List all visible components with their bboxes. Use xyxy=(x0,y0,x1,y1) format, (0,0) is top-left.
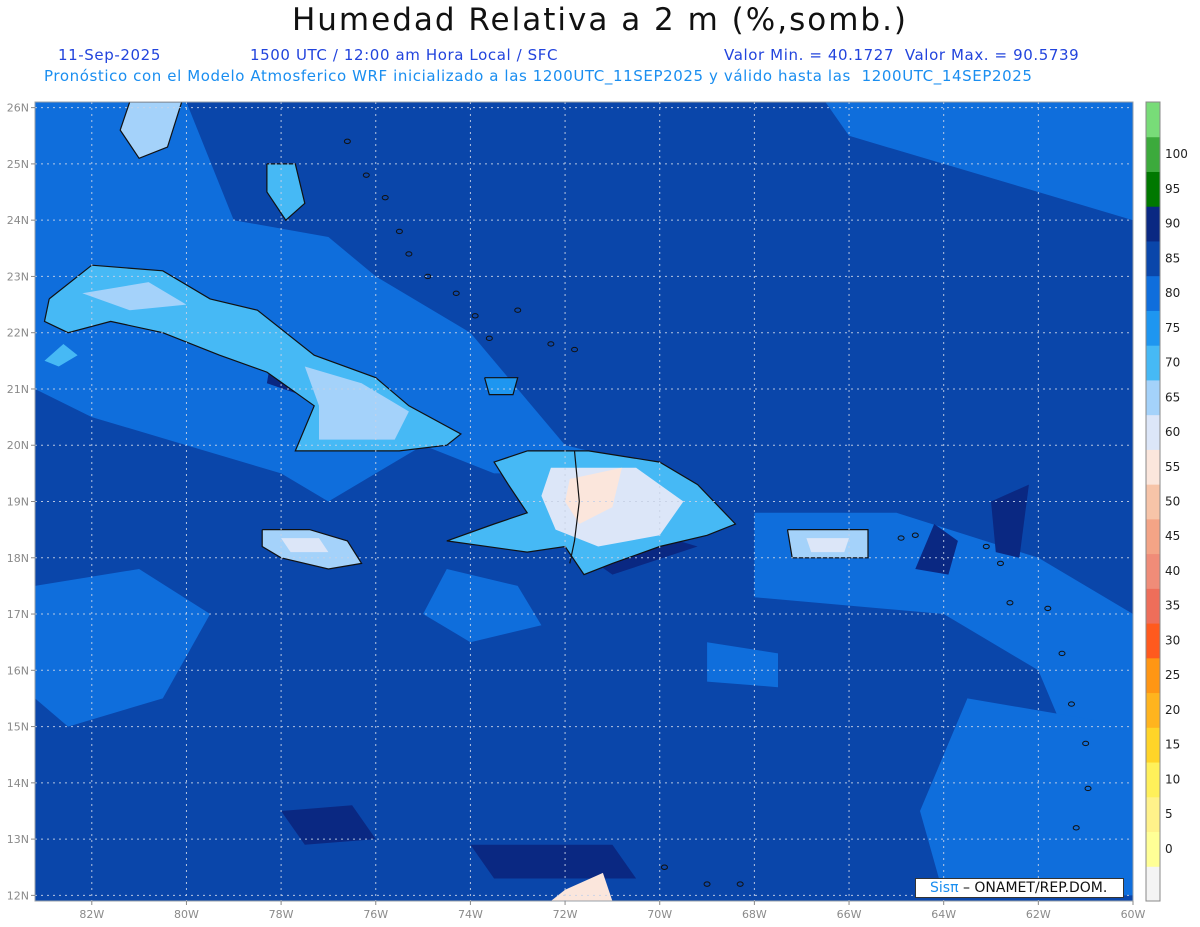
colorbar-swatch xyxy=(1146,623,1160,659)
sispi-logo: Sisπ xyxy=(930,880,959,896)
region-inagua xyxy=(484,377,518,395)
credit-box: Sisπ – ONAMET/REP.DOM. xyxy=(915,878,1124,898)
lon-tick-label: 80W xyxy=(174,908,199,921)
lat-tick-label: 19N xyxy=(7,496,29,509)
colorbar-label: 40 xyxy=(1165,564,1180,578)
region-pr-interior xyxy=(806,538,849,553)
colorbar-label: 70 xyxy=(1165,356,1180,370)
colorbar-swatch xyxy=(1146,449,1160,485)
map-field xyxy=(35,102,1133,901)
colorbar-swatch xyxy=(1146,727,1160,763)
lat-tick-label: 21N xyxy=(7,383,29,396)
colorbar-label: 55 xyxy=(1165,460,1180,474)
lat-tick-label: 18N xyxy=(7,552,29,565)
colorbar-swatch xyxy=(1146,206,1160,242)
colorbar-swatch xyxy=(1146,102,1160,138)
colorbar-label: 60 xyxy=(1165,425,1180,439)
colorbar-swatch xyxy=(1146,414,1160,450)
lon-tick-label: 76W xyxy=(363,908,388,921)
colorbar-swatch xyxy=(1146,310,1160,346)
lat-tick-label: 17N xyxy=(7,608,29,621)
colorbar-label: 25 xyxy=(1165,668,1180,682)
colorbar-label: 75 xyxy=(1165,321,1180,335)
lat-tick-label: 26N xyxy=(7,102,29,115)
lon-tick-label: 82W xyxy=(79,908,104,921)
lon-tick-label: 72W xyxy=(553,908,578,921)
colorbar-label: 95 xyxy=(1165,182,1180,196)
colorbar-swatch xyxy=(1146,484,1160,520)
lat-tick-label: 14N xyxy=(7,777,29,790)
lon-tick-label: 60W xyxy=(1121,908,1146,921)
humidity-map: 82W 80W 78W 76W 74W 72W 70W 68W 66W 64W 62W 60W 26N 2… xyxy=(7,101,1188,921)
lon-tick-label: 62W xyxy=(1026,908,1051,921)
dry-pocket-1 xyxy=(470,844,637,879)
colorbar-label: 35 xyxy=(1165,599,1180,613)
colorbar-swatch xyxy=(1146,762,1160,798)
colorbar-swatch xyxy=(1146,240,1160,277)
colorbar-swatch xyxy=(1146,866,1160,902)
lat-tick-label: 20N xyxy=(7,439,29,452)
colorbar-label: 90 xyxy=(1165,217,1180,231)
lat-tick-label: 23N xyxy=(7,270,29,283)
colorbar-label: 15 xyxy=(1165,738,1180,752)
colorbar-swatch xyxy=(1146,518,1160,555)
lat-tick-label: 16N xyxy=(7,664,29,677)
lat-tick-label: 22N xyxy=(7,327,29,340)
colorbar-label: 10 xyxy=(1165,772,1180,786)
colorbar-label: 50 xyxy=(1165,495,1180,509)
colorbar-label: 85 xyxy=(1165,251,1180,265)
colorbar-label: 20 xyxy=(1165,703,1180,717)
lon-tick-label: 68W xyxy=(742,908,767,921)
colorbar-swatch xyxy=(1146,553,1160,589)
colorbar-swatch xyxy=(1146,796,1160,833)
colorbar-label: 80 xyxy=(1165,286,1180,300)
colorbar-swatch xyxy=(1146,831,1160,867)
colorbar-label: 45 xyxy=(1165,529,1180,543)
colorbar-label: 65 xyxy=(1165,390,1180,404)
lat-tick-label: 13N xyxy=(7,833,29,846)
colorbar-swatch xyxy=(1146,692,1160,728)
colorbar-swatch xyxy=(1146,275,1160,311)
credit-organization: – ONAMET/REP.DOM. xyxy=(958,880,1108,896)
colorbar-swatch xyxy=(1146,136,1160,172)
colorbar-swatch xyxy=(1146,379,1160,416)
lon-tick-label: 64W xyxy=(931,908,956,921)
lat-tick-label: 15N xyxy=(7,721,29,734)
lon-tick-label: 78W xyxy=(269,908,294,921)
colorbar-swatch xyxy=(1146,345,1160,381)
lon-tick-label: 66W xyxy=(837,908,862,921)
colorbar-label: 5 xyxy=(1165,807,1173,821)
lon-tick-label: 70W xyxy=(647,908,672,921)
colorbar-swatch xyxy=(1146,588,1160,624)
lat-tick-label: 24N xyxy=(7,214,29,227)
colorbar-label: 0 xyxy=(1165,842,1173,856)
lon-tick-label: 74W xyxy=(458,908,483,921)
colorbar-swatch xyxy=(1146,657,1160,694)
colorbar-label: 100 xyxy=(1165,147,1188,161)
lat-tick-label: 12N xyxy=(7,889,29,902)
colorbar-label: 30 xyxy=(1165,633,1180,647)
colorbar-swatch xyxy=(1146,171,1160,207)
lat-tick-label: 25N xyxy=(7,158,29,171)
